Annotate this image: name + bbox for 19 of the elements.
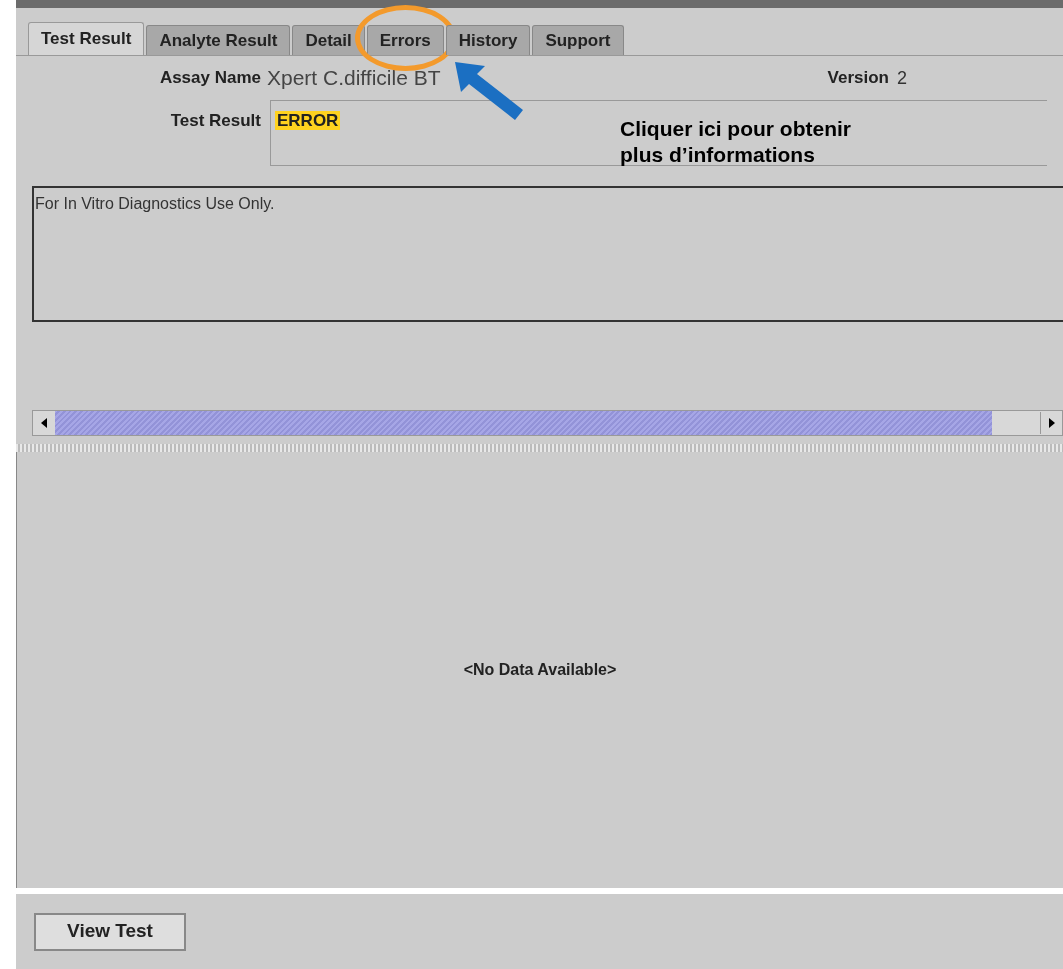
tab[interactable]: Detail [292,25,365,55]
tab[interactable]: Test Result [28,22,145,55]
pointer-arrow-icon [455,62,525,122]
tab[interactable]: Errors [366,25,444,55]
version-number: 2 [897,66,907,90]
tab[interactable]: Analyte Result [146,25,291,55]
no-data-message: <No Data Available> [463,660,617,680]
callout-text: Cliquer ici pour obtenir plus d’informations [620,116,852,168]
splitter[interactable] [16,444,1063,452]
scroll-thumb[interactable] [55,411,992,435]
tab[interactable]: History [445,25,531,55]
tab[interactable]: Support [532,25,624,55]
view-test-button[interactable]: View Test [34,912,186,951]
field-label: Version [827,67,889,90]
field-label: Assay Name [158,67,261,90]
field-label: Test Result [169,110,261,132]
notes-box: For In Vitro Diagnostics Use Only. [32,186,1063,322]
assay-name: Xpert C.difficile BT [267,65,441,92]
horizontal-scrollbar[interactable] [32,410,1063,436]
